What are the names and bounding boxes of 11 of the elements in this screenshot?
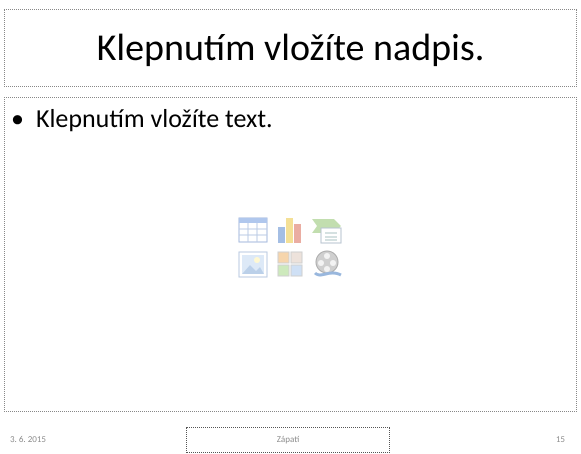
image-icon[interactable] xyxy=(236,248,268,278)
table-icon[interactable] xyxy=(236,214,268,244)
bullet: • xyxy=(11,102,24,134)
footer-text: Zápatí xyxy=(276,433,300,447)
body-text: Klepnutím vložíte text. xyxy=(36,102,273,134)
page-number: 15 xyxy=(556,433,565,447)
title-text: Klepnutím vložíte nadpis. xyxy=(96,29,484,67)
content-placeholder[interactable]: • Klepnutím vložíte text. xyxy=(4,97,577,412)
film-reel-icon[interactable] xyxy=(311,248,344,278)
title-placeholder[interactable]: Klepnutím vložíte nadpis. xyxy=(4,9,577,87)
footer-date: 3. 6. 2015 xyxy=(10,433,47,447)
